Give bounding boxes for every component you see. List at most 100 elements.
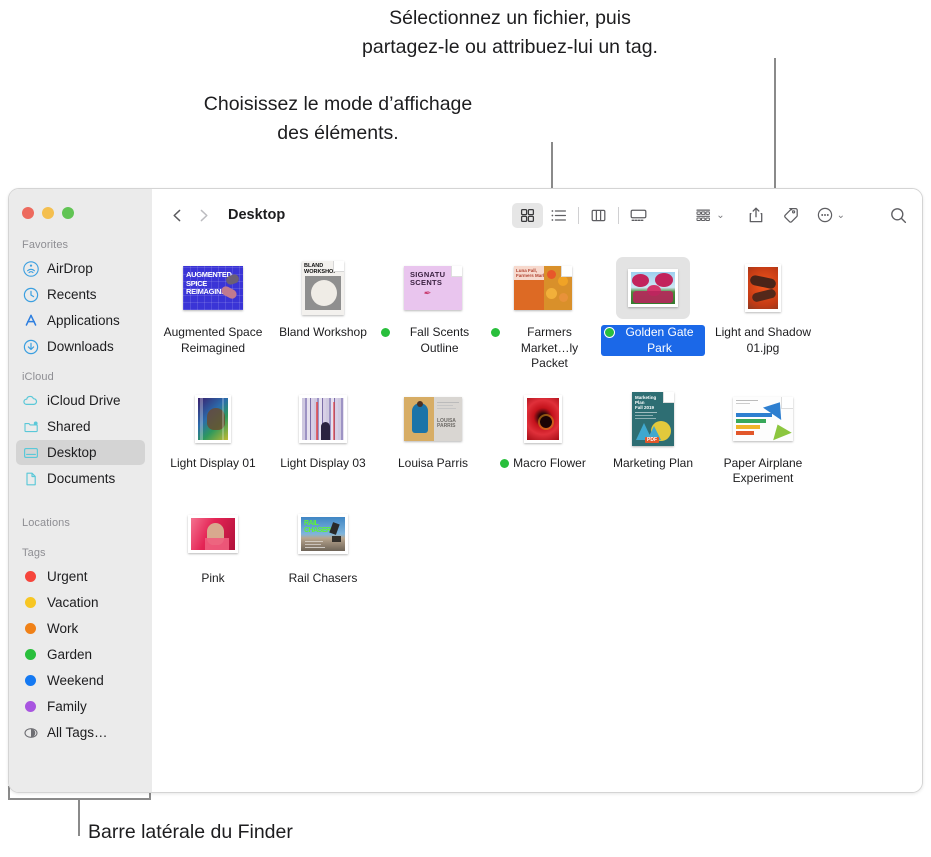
toolbar-divider — [578, 206, 580, 224]
file-item[interactable]: AUGMENTED SPICE REIMAGINED Augmented Space… — [158, 251, 268, 382]
sidebar-item-icloud-drive[interactable]: iCloud Drive — [16, 388, 145, 413]
file-item[interactable]: BLAND WORKSHOP Bland Workshop — [268, 251, 378, 382]
file-item[interactable]: Light Display 03 — [268, 382, 378, 497]
file-item[interactable]: RAIL CHASERS Rail Chasers — [268, 497, 378, 597]
toolbar-divider — [618, 206, 620, 224]
file-name: Farmers Market…ly Packet — [520, 325, 579, 370]
sidebar-item-label: Weekend — [47, 673, 104, 688]
file-label-row: Fall Scents Outline — [381, 325, 485, 356]
tag-dot-icon — [22, 594, 39, 611]
gallery-view-button[interactable] — [623, 203, 654, 228]
file-label-row: Light Display 01 — [170, 456, 255, 472]
chevron-down-icon: ⌄ — [716, 209, 725, 221]
file-thumbnail-photo — [195, 394, 231, 443]
file-name: Pink — [201, 570, 225, 585]
finder-toolbar: Desktop ⌄ ⌄ — [152, 189, 922, 241]
file-item[interactable]: Light Display 01 — [158, 382, 268, 497]
file-thumbnail-photo — [299, 394, 347, 443]
sidebar-item-applications[interactable]: Applications — [16, 308, 145, 333]
column-view-button[interactable] — [583, 203, 614, 228]
thumbnail-container: AUGMENTED SPICE REIMAGINED — [176, 257, 250, 319]
file-item[interactable]: SIGNATU SCENTS ✒ Fall Scents Outline — [378, 251, 488, 382]
sidebar-item-all-tags[interactable]: All Tags… — [16, 720, 145, 745]
sidebar-item-shared[interactable]: Shared — [16, 414, 145, 439]
sidebar-item-tag-vacation[interactable]: Vacation — [16, 590, 145, 615]
sidebar-item-label: Garden — [47, 647, 93, 662]
more-actions-button[interactable]: ⌄ — [816, 202, 845, 228]
thumbnail-container: BLAND WORKSHOP — [286, 257, 360, 319]
file-thumbnail-photo — [524, 394, 562, 443]
tag-dot-icon — [604, 327, 615, 338]
sidebar-item-label: Work — [47, 621, 79, 636]
list-view-button[interactable] — [543, 203, 574, 228]
zoom-button[interactable] — [62, 207, 74, 219]
view-mode-group — [512, 202, 654, 228]
icon-view-button[interactable] — [512, 202, 544, 228]
sidebar-item-downloads[interactable]: Downloads — [16, 334, 145, 359]
finder-window: Favorites AirDrop Recents Applications D… — [8, 188, 923, 793]
sidebar-section-tags: Tags — [22, 547, 46, 559]
sidebar-item-label: All Tags… — [47, 725, 108, 740]
tag-dot-icon — [381, 328, 390, 337]
file-item[interactable]: Light and Shadow 01.jpg — [708, 251, 818, 382]
file-item-selected[interactable]: Golden Gate Park — [598, 251, 708, 382]
all-tags-icon — [22, 724, 39, 741]
thumbnail-container: SIGNATU SCENTS ✒ — [396, 257, 470, 319]
group-by-button[interactable]: ⌄ — [694, 202, 725, 228]
file-item[interactable]: Pink — [158, 497, 268, 597]
file-item[interactable]: LOUISA PARRIS Louisa Parris — [378, 382, 488, 497]
sidebar-item-label: Family — [47, 699, 87, 714]
file-icon-grid[interactable]: AUGMENTED SPICE REIMAGINED Augmented Space… — [152, 241, 922, 792]
close-button[interactable] — [22, 207, 34, 219]
desktop-icon — [22, 444, 39, 461]
file-label-row: Golden Gate Park — [601, 325, 705, 356]
forward-button[interactable] — [190, 202, 216, 228]
file-item[interactable]: Macro Flower — [488, 382, 598, 497]
finder-sidebar: Favorites AirDrop Recents Applications D… — [9, 189, 152, 792]
sidebar-item-documents[interactable]: Documents — [16, 466, 145, 491]
sidebar-item-tag-urgent[interactable]: Urgent — [16, 564, 145, 589]
tag-button[interactable] — [781, 202, 800, 228]
sidebar-item-desktop[interactable]: Desktop — [16, 440, 145, 465]
file-label-row: Bland Workshop — [279, 325, 367, 341]
thumbnail-container — [176, 503, 250, 565]
sidebar-item-tag-family[interactable]: Family — [16, 694, 145, 719]
sidebar-item-label: Urgent — [47, 569, 88, 584]
airdrop-icon — [22, 260, 39, 277]
downloads-icon — [22, 338, 39, 355]
back-button[interactable] — [164, 202, 190, 228]
file-item[interactable]: Luna Fall, Farmers Market Farmers Market… — [488, 251, 598, 382]
thumbnail-container — [176, 388, 250, 450]
thumbnail-container: Luna Fall, Farmers Market — [506, 257, 580, 319]
sidebar-item-label: iCloud Drive — [47, 393, 121, 408]
file-name: Light Display 03 — [280, 455, 366, 470]
sidebar-item-label: Desktop — [47, 445, 97, 460]
thumbnail-container: LOUISA PARRIS — [396, 388, 470, 450]
tag-dot-icon — [22, 672, 39, 689]
thumbnail-container — [616, 257, 690, 319]
search-button[interactable] — [889, 202, 908, 228]
file-thumbnail-doc: SIGNATU SCENTS ✒ — [404, 266, 462, 310]
tag-dot-icon — [22, 698, 39, 715]
share-button[interactable] — [747, 202, 765, 228]
sidebar-section-locations: Locations — [22, 517, 70, 529]
sidebar-item-airdrop[interactable]: AirDrop — [16, 256, 145, 281]
file-thumbnail-doc: Luna Fall, Farmers Market — [514, 266, 572, 310]
sidebar-section-icloud: iCloud — [22, 371, 54, 383]
sidebar-section-favorites: Favorites — [22, 239, 69, 251]
sidebar-item-tag-work[interactable]: Work — [16, 616, 145, 641]
file-name: Macro Flower — [513, 455, 586, 470]
callout-sidebar: Barre latérale du Finder — [88, 821, 293, 843]
file-label-row: Pink — [201, 571, 224, 587]
minimize-button[interactable] — [42, 207, 54, 219]
file-thumbnail-photo — [188, 514, 238, 553]
file-item[interactable]: Paper Airplane Experiment — [708, 382, 818, 497]
sidebar-item-recents[interactable]: Recents — [16, 282, 145, 307]
sidebar-item-tag-garden[interactable]: Garden — [16, 642, 145, 667]
sidebar-item-tag-weekend[interactable]: Weekend — [16, 668, 145, 693]
file-item[interactable]: Marketing Plan Fall 2019 PDF Marketing P… — [598, 382, 708, 497]
sidebar-item-label: Recents — [47, 287, 97, 302]
sidebar-item-label: Documents — [47, 471, 116, 486]
file-name: Marketing Plan — [612, 455, 694, 470]
thumbnail-container — [726, 257, 800, 319]
